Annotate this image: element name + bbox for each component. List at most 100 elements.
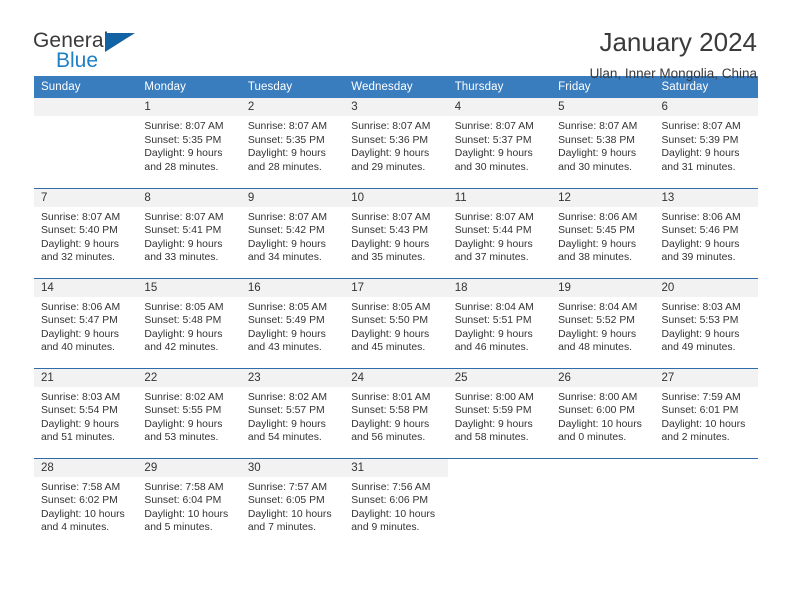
day-cell[interactable]: 20 Sunrise: 8:03 AM Sunset: 5:53 PM Dayligh… (654, 278, 758, 368)
day-cell[interactable]: 19 Sunrise: 8:04 AM Sunset: 5:52 PM Dayligh… (551, 278, 655, 368)
daylight-line: Daylight: 9 hours (41, 238, 119, 250)
day-cell[interactable]: 8 Sunrise: 8:07 AM Sunset: 5:41 PM Daylight… (137, 188, 241, 278)
day-cell[interactable]: 6 Sunrise: 8:07 AM Sunset: 5:39 PM Daylight… (654, 98, 758, 188)
day-cell[interactable]: 15 Sunrise: 8:05 AM Sunset: 5:48 PM Dayligh… (137, 278, 241, 368)
sunset-line: Sunset: 6:06 PM (351, 495, 429, 506)
day-cell[interactable]: 9 Sunrise: 8:07 AM Sunset: 5:42 PM Daylight… (240, 188, 345, 278)
calendar-cell: 7 Sunrise: 8:07 AM Sunset: 5:40 PM Daylight… (34, 187, 138, 278)
sunset-line: Sunset: 5:47 PM (41, 315, 118, 326)
day-cell[interactable]: 13 Sunrise: 8:06 AM Sunset: 5:46 PM Dayligh… (654, 188, 758, 278)
day-number: 13 (654, 188, 758, 207)
daylight-line: and 0 minutes. (558, 432, 627, 443)
title-block: January 2024 Ulan, Inner Mongolia, China (590, 27, 757, 82)
empty-day-cell (654, 458, 758, 548)
daylight-line: and 30 minutes. (558, 161, 633, 173)
sunset-line: Sunset: 5:38 PM (558, 134, 635, 146)
sunset-line: Sunset: 5:58 PM (351, 405, 429, 416)
daylight-line: and 40 minutes. (41, 342, 115, 353)
daylight-line: Daylight: 9 hours (247, 238, 326, 250)
day-cell[interactable]: 21 Sunrise: 8:03 AM Sunset: 5:54 PM Dayligh… (34, 368, 138, 458)
week-row: 28 Sunrise: 7:58 AM Sunset: 6:02 PM Dayligh… (34, 457, 758, 549)
sunset-line: Sunset: 6:01 PM (661, 405, 739, 416)
day-cell[interactable]: 18 Sunrise: 8:04 AM Sunset: 5:51 PM Dayligh… (447, 278, 552, 368)
sunset-line: Sunset: 5:59 PM (454, 405, 532, 416)
day-cell[interactable]: 2 Sunrise: 8:07 AM Sunset: 5:35 PM Daylight… (240, 98, 345, 188)
sun-info: Sunrise: 8:07 AM Sunset: 5:39 PM Daylight:… (655, 116, 758, 174)
sunset-line: Sunset: 5:36 PM (351, 134, 429, 146)
sunset-line: Sunset: 5:45 PM (558, 225, 635, 236)
calendar-cell: 21 Sunrise: 8:03 AM Sunset: 5:54 PM Dayligh… (34, 367, 138, 458)
day-cell[interactable]: 3 Sunrise: 8:07 AM Sunset: 5:36 PM Daylight… (344, 98, 448, 188)
sun-info: Sunrise: 8:03 AM Sunset: 5:53 PM Daylight:… (655, 297, 758, 355)
calendar-table: Sunday Monday Tuesday Wednesday Thursday Frid… (34, 76, 758, 548)
daylight-line: and 53 minutes. (144, 432, 219, 443)
sunset-line: Sunset: 5:50 PM (351, 315, 429, 326)
day-cell[interactable]: 29 Sunrise: 7:58 AM Sunset: 6:04 PM Dayligh… (137, 458, 241, 549)
daylight-line: and 30 minutes. (454, 161, 529, 173)
calendar-cell: 5 Sunrise: 8:07 AM Sunset: 5:38 PM Daylight… (551, 98, 655, 188)
day-cell[interactable]: 23 Sunrise: 8:02 AM Sunset: 5:57 PM Dayligh… (240, 368, 345, 458)
sun-info: Sunrise: 8:02 AM Sunset: 5:57 PM Daylight:… (241, 387, 344, 445)
sun-info: Sunrise: 8:07 AM Sunset: 5:44 PM Daylight:… (448, 207, 551, 265)
day-number: 7 (34, 188, 138, 207)
week-row: 14 Sunrise: 8:06 AM Sunset: 5:47 PM Dayligh… (34, 277, 758, 368)
day-cell[interactable]: 22 Sunrise: 8:02 AM Sunset: 5:55 PM Dayligh… (137, 368, 241, 458)
calendar-cell: 11 Sunrise: 8:07 AM Sunset: 5:44 PM Dayligh… (447, 187, 552, 278)
day-cell[interactable]: 11 Sunrise: 8:07 AM Sunset: 5:44 PM Dayligh… (447, 188, 552, 278)
sunset-line: Sunset: 5:41 PM (144, 225, 222, 236)
day-number (654, 458, 758, 477)
sun-info: Sunrise: 8:00 AM Sunset: 5:59 PM Daylight:… (448, 387, 551, 445)
sun-info: Sunrise: 8:07 AM Sunset: 5:35 PM Daylight:… (137, 116, 240, 174)
day-cell[interactable]: 17 Sunrise: 8:05 AM Sunset: 5:50 PM Dayligh… (344, 278, 448, 368)
sunset-line: Sunset: 5:35 PM (144, 134, 222, 146)
sunrise-line: Sunrise: 8:05 AM (144, 301, 224, 313)
sun-info: Sunrise: 8:05 AM Sunset: 5:50 PM Daylight:… (344, 297, 447, 355)
day-cell[interactable]: 27 Sunrise: 7:59 AM Sunset: 6:01 PM Dayligh… (654, 368, 758, 458)
calendar-cell: 3 Sunrise: 8:07 AM Sunset: 5:36 PM Daylight… (344, 98, 448, 188)
day-cell[interactable]: 25 Sunrise: 8:00 AM Sunset: 5:59 PM Dayligh… (447, 368, 552, 458)
day-cell[interactable]: 5 Sunrise: 8:07 AM Sunset: 5:38 PM Daylight… (551, 98, 655, 188)
sunset-line: Sunset: 6:02 PM (41, 495, 118, 506)
sunrise-line: Sunrise: 8:01 AM (351, 391, 431, 403)
sun-info: Sunrise: 8:00 AM Sunset: 6:00 PM Daylight:… (551, 387, 654, 445)
daylight-line: and 45 minutes. (351, 342, 426, 353)
logo-triangle-icon (105, 33, 135, 52)
day-number: 2 (240, 98, 345, 116)
sunrise-line: Sunrise: 7:59 AM (661, 391, 741, 403)
day-number: 28 (34, 458, 138, 477)
empty-day-cell (447, 458, 552, 548)
day-number: 16 (240, 278, 345, 297)
daylight-line: Daylight: 9 hours (144, 238, 223, 250)
day-cell[interactable]: 1 Sunrise: 8:07 AM Sunset: 5:35 PM Daylight… (137, 98, 241, 188)
day-number: 18 (447, 278, 552, 297)
day-cell[interactable]: 26 Sunrise: 8:00 AM Sunset: 6:00 PM Dayligh… (551, 368, 655, 458)
sunrise-line: Sunrise: 8:07 AM (247, 121, 327, 132)
day-cell[interactable]: 28 Sunrise: 7:58 AM Sunset: 6:02 PM Dayligh… (34, 458, 138, 549)
day-number: 29 (137, 458, 241, 477)
day-cell[interactable]: 14 Sunrise: 8:06 AM Sunset: 5:47 PM Dayligh… (34, 278, 138, 368)
daylight-line: Daylight: 9 hours (558, 148, 637, 159)
sunrise-line: Sunrise: 7:57 AM (247, 481, 327, 493)
day-cell[interactable]: 10 Sunrise: 8:07 AM Sunset: 5:43 PM Dayligh… (344, 188, 448, 278)
day-cell[interactable]: 24 Sunrise: 8:01 AM Sunset: 5:58 PM Dayligh… (344, 368, 448, 458)
day-cell[interactable]: 4 Sunrise: 8:07 AM Sunset: 5:37 PM Daylight… (447, 98, 552, 188)
general-blue-logo[interactable]: General Blue (33, 28, 143, 76)
week-row: 7 Sunrise: 8:07 AM Sunset: 5:40 PM Daylight… (34, 187, 758, 278)
day-number: 22 (137, 368, 241, 387)
day-cell[interactable]: 30 Sunrise: 7:57 AM Sunset: 6:05 PM Dayligh… (240, 458, 345, 549)
day-number: 27 (654, 368, 758, 387)
day-cell[interactable]: 12 Sunrise: 8:06 AM Sunset: 5:45 PM Dayligh… (551, 188, 655, 278)
day-cell[interactable]: 31 Sunrise: 7:56 AM Sunset: 6:06 PM Dayligh… (344, 458, 448, 549)
sun-info: Sunrise: 8:07 AM Sunset: 5:42 PM Daylight:… (241, 207, 344, 265)
calendar-cell: 19 Sunrise: 8:04 AM Sunset: 5:52 PM Dayligh… (551, 277, 655, 368)
sunrise-line: Sunrise: 8:03 AM (661, 301, 741, 313)
empty-day-cell (34, 98, 138, 188)
sunrise-line: Sunrise: 7:56 AM (351, 481, 431, 493)
day-number: 14 (34, 278, 138, 297)
daylight-line: and 9 minutes. (351, 522, 420, 533)
sunrise-line: Sunrise: 8:02 AM (247, 391, 327, 403)
calendar-cell: 28 Sunrise: 7:58 AM Sunset: 6:02 PM Dayligh… (34, 457, 138, 549)
day-cell[interactable]: 7 Sunrise: 8:07 AM Sunset: 5:40 PM Daylight… (34, 188, 138, 278)
weekday-header-sunday: Sunday (34, 76, 138, 98)
day-cell[interactable]: 16 Sunrise: 8:05 AM Sunset: 5:49 PM Dayligh… (240, 278, 345, 368)
